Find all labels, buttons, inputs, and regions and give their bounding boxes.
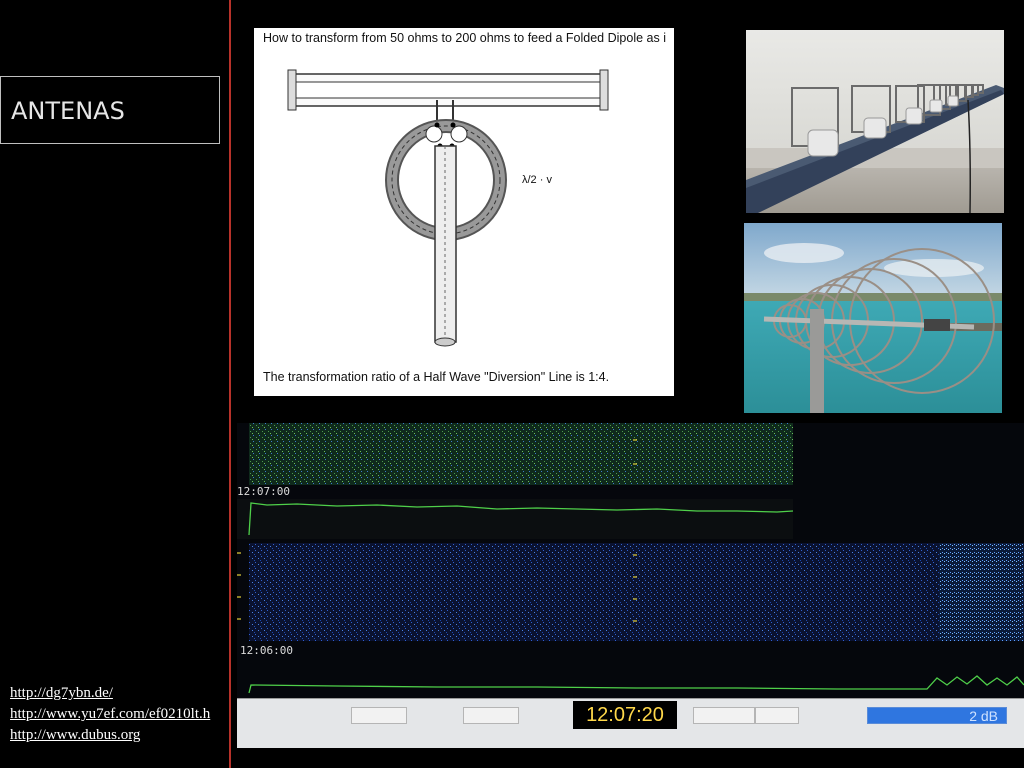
- status-field-2: [463, 707, 519, 724]
- dipole-left-end: [287, 69, 297, 111]
- timestamp-top: 12:07:00: [237, 485, 290, 498]
- link-yu7ef[interactable]: http://www.yu7ef.com/ef0210lt.h: [10, 704, 238, 725]
- yagi-loop-antenna-photo: [746, 30, 1004, 213]
- link-dg7ybn[interactable]: http://dg7ybn.de/: [10, 683, 238, 704]
- circular-loop-antenna-photo: [744, 223, 1002, 413]
- dipole-right-end: [599, 69, 609, 111]
- spectrogram-drawing: [237, 423, 1024, 694]
- slide-divider-line: [229, 0, 231, 768]
- gain-indicator[interactable]: 2 dB: [867, 707, 1007, 724]
- loop-end-right: [450, 125, 468, 143]
- coax-end: [434, 337, 456, 347]
- loop-photo-drawing: [744, 223, 1002, 413]
- waterfall-middle: [249, 543, 939, 641]
- folded-dipole-diagram: How to transform from 50 ohms to 200 ohm…: [254, 28, 674, 396]
- link-dubus[interactable]: http://www.dubus.org: [10, 725, 238, 746]
- folded-dipole-drawing: [287, 69, 609, 347]
- reference-links: http://dg7ybn.de/ http://www.yu7ef.com/e…: [10, 683, 238, 746]
- status-field-1: [351, 707, 407, 724]
- yagi-photo-drawing: [746, 30, 1004, 213]
- waterfall-top: [249, 423, 793, 485]
- status-field-3: [693, 707, 755, 724]
- dipole-inner-gap: [295, 81, 601, 99]
- mast: [810, 309, 824, 413]
- timestamp-bottom: 12:06:00: [240, 644, 293, 657]
- spectrogram-display: 12:07:00 12:06:00 12:07:20 2 dB: [237, 423, 1024, 748]
- status-field-4: [755, 707, 799, 724]
- loop-end-left: [425, 125, 443, 143]
- signal-trace-bottom: [248, 675, 1024, 694]
- diagram-footer: The transformation ratio of a Half Wave …: [263, 370, 610, 384]
- wavelength-label: λ/2 · v: [522, 174, 552, 186]
- clock-display: 12:07:20: [573, 701, 677, 729]
- slide-title: ANTENAS: [0, 76, 220, 144]
- feed-box: [924, 319, 950, 331]
- junction-dot-right: [450, 122, 456, 128]
- waterfall-bright-patch: [939, 543, 1024, 641]
- status-bar: 12:07:20 2 dB: [237, 698, 1024, 748]
- junction-dot-left: [434, 122, 440, 128]
